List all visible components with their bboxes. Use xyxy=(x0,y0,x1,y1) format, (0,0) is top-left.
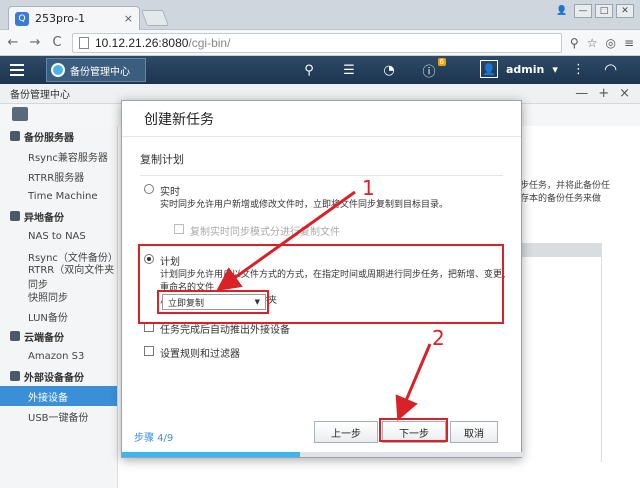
sidebar-item-amazon-s3[interactable]: Amazon S3 xyxy=(0,346,117,366)
server-icon xyxy=(10,131,20,141)
sidebar-group-external-backup: 外部设备备份 xyxy=(0,366,117,386)
dialog-title: 创建新任务 xyxy=(122,101,521,137)
rules-filters-label: 设置规则和过滤器 xyxy=(160,349,240,360)
tasks-icon[interactable]: ☰ xyxy=(340,63,358,78)
user-name: admin xyxy=(506,62,545,76)
profile-icon[interactable]: 👤 xyxy=(553,4,571,18)
minimize-icon[interactable]: — xyxy=(574,4,592,18)
realtime-sub-label: 复制实时同步模式分进行复制文件 xyxy=(190,227,340,238)
sidebar-item-lun-backup[interactable]: LUN备份 xyxy=(0,306,117,326)
option-rules-filters[interactable]: 设置规则和过滤器 xyxy=(144,345,240,360)
more-icon[interactable]: ⋮ xyxy=(572,62,585,77)
maximize-app-icon[interactable]: + xyxy=(598,86,609,101)
close-app-icon[interactable]: × xyxy=(619,86,630,101)
background-table xyxy=(520,257,602,462)
chevron-down-icon: ▾ xyxy=(552,62,558,76)
background-description: 步任务，并将此备份任 存本的备份任务来做 xyxy=(520,181,611,204)
page-icon xyxy=(79,36,89,49)
sync-icon xyxy=(10,371,20,381)
info-icon[interactable]: ⓘ 6 xyxy=(420,57,446,80)
annotation-number-2: 2 xyxy=(432,326,445,350)
close-window-icon[interactable]: ✕ xyxy=(616,4,634,18)
backup-app-icon xyxy=(51,63,65,77)
reload-icon[interactable]: C xyxy=(50,35,64,50)
zoom-icon[interactable]: ◎ xyxy=(605,36,615,50)
dashboard-gauge-icon[interactable]: ◠ xyxy=(604,60,617,78)
close-tab-icon[interactable]: × xyxy=(124,12,133,25)
info-badge: 6 xyxy=(437,57,446,66)
step-indicator: 步骤 4/9 xyxy=(134,433,174,444)
sidebar-item-nas-to-nas[interactable]: NAS to NAS xyxy=(0,226,117,246)
user-icon: 👤 xyxy=(480,60,498,78)
realtime-label: 实时 xyxy=(160,187,180,198)
annotation-box-next xyxy=(379,418,448,442)
rules-filters-checkbox[interactable] xyxy=(144,346,154,356)
user-menu[interactable]: 👤 admin ▾ xyxy=(480,60,558,78)
sidebar-group-remote-backup: 异地备份 xyxy=(0,206,117,226)
sidebar-item-rtrr-server[interactable]: RTRR服务器 xyxy=(0,166,117,186)
menu-icon[interactable]: ≡ xyxy=(624,36,634,50)
realtime-sub-checkbox xyxy=(174,224,184,234)
remote-icon xyxy=(10,211,20,221)
app-tab-backup-manager[interactable]: 备份管理中心 xyxy=(46,58,146,82)
extension-icon[interactable]: ⚲ xyxy=(570,36,579,50)
sidebar-item-time-machine[interactable]: Time Machine xyxy=(0,186,117,206)
star-icon[interactable]: ☆ xyxy=(587,36,598,50)
browser-tab-bar: Q 253pro-1 × 👤 — □ ✕ xyxy=(0,0,640,30)
sidebar-group-backup-server: 备份服务器 xyxy=(0,126,117,146)
browser-tab[interactable]: Q 253pro-1 × xyxy=(8,6,140,30)
maximize-icon[interactable]: □ xyxy=(595,4,613,18)
search-icon[interactable]: ⚲ xyxy=(300,63,318,78)
sidebar-group-cloud-backup: 云端备份 xyxy=(0,326,117,346)
forward-icon[interactable]: → xyxy=(28,35,42,50)
url-host: 10.12.21.26:8080 xyxy=(95,35,189,50)
previous-button[interactable]: 上一步 xyxy=(314,421,378,443)
sidebar-item-usb-one-touch[interactable]: USB一键备份 xyxy=(0,406,117,426)
sidebar-item-rsync-server[interactable]: Rsync兼容服务器 xyxy=(0,146,117,166)
main-menu-icon[interactable] xyxy=(0,56,34,84)
app-window-controls: — + × xyxy=(575,86,630,101)
sidebar-item-external-device[interactable]: 外接设备 xyxy=(0,386,117,406)
realtime-description: 实时同步允许用户新增或修改文件时，立即将文件同步复制到目标目录。 xyxy=(160,200,449,210)
overview-icon[interactable] xyxy=(12,107,28,121)
section-title-copy-schedule: 复制计划 xyxy=(140,151,503,176)
cloud-icon xyxy=(10,331,20,341)
url-field[interactable]: 10.12.21.26:8080/cgi-bin/ xyxy=(72,32,562,53)
site-favicon-icon: Q xyxy=(15,11,29,26)
browser-tab-title: 253pro-1 xyxy=(35,12,86,25)
address-bar-row: ← → C 10.12.21.26:8080/cgi-bin/ ⚲ ☆ ◎ ≡ xyxy=(0,30,640,56)
app-window-title: 备份管理中心 xyxy=(10,90,70,101)
notifications-icon[interactable]: ◔ xyxy=(380,63,398,78)
minimize-app-icon[interactable]: — xyxy=(575,86,588,101)
app-header: 备份管理中心 ⚲ ☰ ◔ ⓘ 6 👤 admin ▾ ⋮ ◠ xyxy=(0,56,640,84)
wizard-progress-fill xyxy=(122,452,301,457)
background-table-header xyxy=(520,243,602,257)
cancel-button[interactable]: 取消 xyxy=(450,421,498,443)
realtime-radio[interactable] xyxy=(144,184,154,194)
wizard-progress-bar xyxy=(122,452,523,457)
annotation-number-1: 1 xyxy=(362,176,375,200)
sidebar: 备份服务器 Rsync兼容服务器 RTRR服务器 Time Machine 异地… xyxy=(0,126,118,488)
annotation-box-select xyxy=(157,290,269,314)
option-realtime[interactable]: 实时 xyxy=(144,183,180,198)
header-icons: ⚲ ☰ ◔ ⓘ 6 xyxy=(300,56,446,84)
sidebar-item-rtrr[interactable]: RTRR（双向文件夹同步 xyxy=(0,265,117,291)
url-path: /cgi-bin/ xyxy=(188,35,231,50)
app-tab-label: 备份管理中心 xyxy=(70,66,130,78)
new-tab-button[interactable] xyxy=(141,10,169,26)
back-icon[interactable]: ← xyxy=(6,35,20,50)
option-realtime-sub: 复制实时同步模式分进行复制文件 xyxy=(174,223,340,238)
window-controls: 👤 — □ ✕ xyxy=(553,4,634,18)
